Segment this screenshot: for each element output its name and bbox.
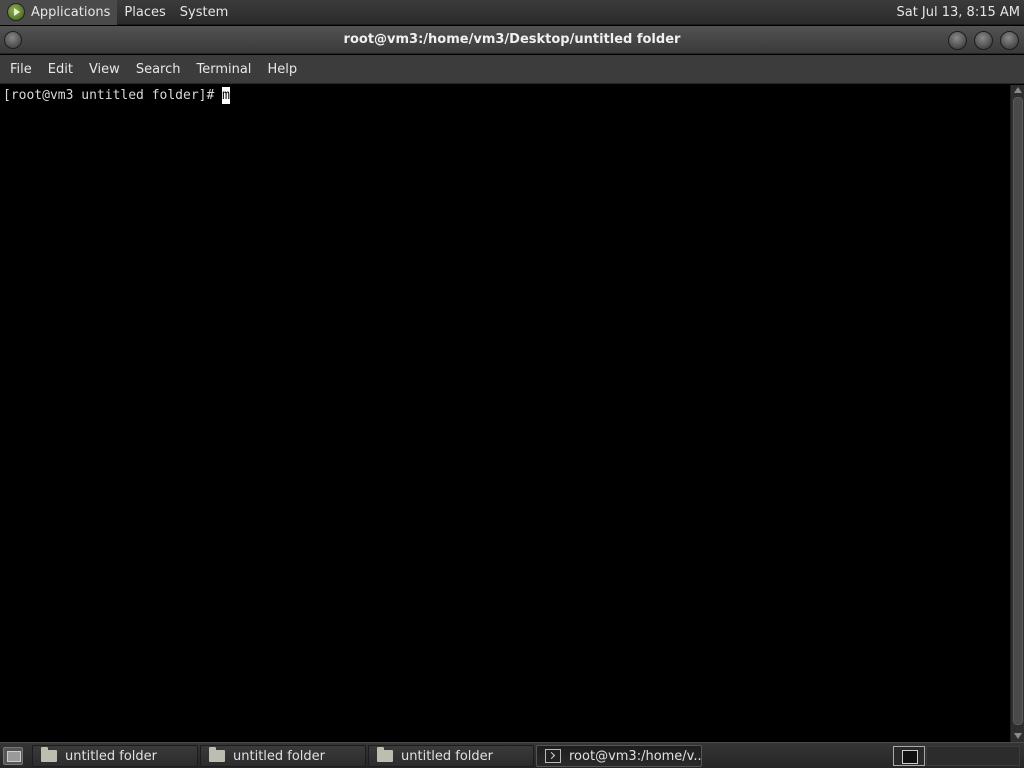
task-label: untitled folder	[233, 748, 326, 764]
task-label: untitled folder	[65, 748, 158, 764]
task-label: untitled folder	[401, 748, 494, 764]
task-terminal[interactable]: root@vm3:/home/v...	[536, 745, 702, 767]
task-untitled-folder-3[interactable]: untitled folder	[368, 745, 534, 767]
close-button[interactable]	[1000, 31, 1019, 50]
menu-search[interactable]: Search	[128, 55, 189, 84]
window-menu-icon[interactable]	[4, 31, 22, 49]
task-untitled-folder-2[interactable]: untitled folder	[200, 745, 366, 767]
window-title: root@vm3:/home/vm3/Desktop/untitled fold…	[343, 32, 681, 47]
show-desktop-icon[interactable]	[3, 747, 23, 765]
menu-edit[interactable]: Edit	[40, 55, 81, 84]
folder-icon	[377, 747, 393, 762]
terminal-scrollbar[interactable]	[1010, 85, 1024, 742]
scroll-down-arrow-icon[interactable]	[1014, 733, 1022, 739]
scrollbar-thumb[interactable]	[1013, 97, 1023, 725]
places-menu[interactable]: Places	[117, 0, 172, 25]
folder-icon	[209, 747, 225, 762]
menu-terminal[interactable]: Terminal	[188, 55, 259, 84]
menu-view[interactable]: View	[81, 55, 128, 84]
terminal-icon	[545, 749, 561, 763]
terminal-prompt: [root@vm3 untitled folder]#	[3, 88, 223, 103]
menu-help[interactable]: Help	[259, 55, 305, 84]
minimize-button[interactable]	[948, 31, 967, 50]
workspace-1[interactable]	[893, 746, 925, 766]
workspace-2[interactable]	[926, 746, 1020, 766]
scroll-up-arrow-icon[interactable]	[1014, 87, 1022, 93]
applications-logo-icon	[7, 3, 25, 21]
top-panel: Applications Places System Sat Jul 13, 8…	[0, 0, 1024, 25]
terminal-cursor-input: m	[222, 87, 230, 104]
applications-menu[interactable]: Applications	[0, 0, 118, 25]
folder-icon	[41, 747, 57, 762]
task-label: root@vm3:/home/v...	[569, 748, 702, 764]
applications-menu-label: Applications	[31, 4, 111, 20]
maximize-button[interactable]	[974, 31, 993, 50]
task-untitled-folder-1[interactable]: untitled folder	[32, 745, 198, 767]
menu-file[interactable]: File	[2, 55, 40, 84]
menubar: File Edit View Search Terminal Help	[0, 55, 1024, 84]
bottom-taskbar: untitled folder untitled folder untitled…	[0, 742, 1024, 768]
terminal-output[interactable]: [root@vm3 untitled folder]# m	[0, 85, 1010, 742]
places-menu-label: Places	[124, 4, 166, 20]
system-menu-label: System	[179, 4, 229, 20]
system-menu[interactable]: System	[173, 0, 235, 25]
window-titlebar[interactable]: root@vm3:/home/vm3/Desktop/untitled fold…	[0, 26, 1024, 54]
clock[interactable]: Sat Jul 13, 8:15 AM	[888, 5, 1024, 20]
